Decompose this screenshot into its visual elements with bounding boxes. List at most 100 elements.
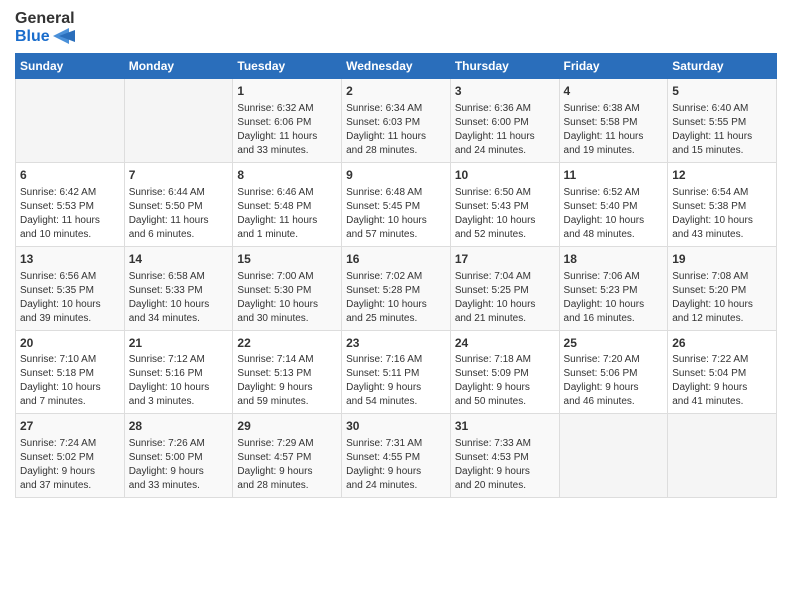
day-info: Sunrise: 7:22 AMSunset: 5:04 PMDaylight:… — [672, 353, 772, 409]
calendar-cell: 30 Sunrise: 7:31 AMSunset: 4:55 PMDayligh… — [342, 414, 451, 498]
day-number: 24 — [455, 335, 555, 352]
calendar-cell: 18Sunrise: 7:06 AMSunset: 5:23 PMDayligh… — [559, 246, 668, 330]
calendar-cell: 28Sunrise: 7:26 AMSunset: 5:00 PMDayligh… — [124, 414, 233, 498]
week-row-4: 20Sunrise: 7:10 AMSunset: 5:18 PMDayligh… — [16, 330, 777, 414]
calendar-cell: 8 Sunrise: 6:46 AMSunset: 5:48 PMDaylight… — [233, 162, 342, 246]
day-number: 3 — [455, 83, 555, 100]
calendar-cell: 14 Sunrise: 6:58 AMSunset: 5:33 PMDayligh… — [124, 246, 233, 330]
day-number: 8 — [237, 167, 337, 184]
day-info: Sunrise: 7:10 AMSunset: 5:18 PMDaylight:… — [20, 353, 120, 409]
day-info: Sunrise: 7:29 AMSunset: 4:57 PMDaylight:… — [237, 437, 337, 493]
day-number: 1 — [237, 83, 337, 100]
calendar-cell: 27 Sunrise: 7:24 AMSunset: 5:02 PMDayligh… — [16, 414, 125, 498]
calendar-cell — [16, 79, 125, 163]
day-number: 17 — [455, 251, 555, 268]
calendar-cell: 12Sunrise: 6:54 AMSunset: 5:38 PMDayligh… — [668, 162, 777, 246]
calendar-cell: 13Sunrise: 6:56 AMSunset: 5:35 PMDayligh… — [16, 246, 125, 330]
calendar-cell: 15 Sunrise: 7:00 AMSunset: 5:30 PMDayligh… — [233, 246, 342, 330]
logo-blue: Blue — [15, 28, 75, 46]
calendar-cell — [559, 414, 668, 498]
day-info: Sunrise: 6:54 AMSunset: 5:38 PMDaylight:… — [672, 186, 772, 242]
day-number: 10 — [455, 167, 555, 184]
day-number: 27 — [20, 418, 120, 435]
day-number: 29 — [237, 418, 337, 435]
weekday-header-monday: Monday — [124, 54, 233, 79]
weekday-header-wednesday: Wednesday — [342, 54, 451, 79]
logo-bird-icon — [53, 28, 75, 44]
day-info: Sunrise: 6:48 AMSunset: 5:45 PMDaylight:… — [346, 186, 446, 242]
day-info: Sunrise: 6:40 AMSunset: 5:55 PMDaylight:… — [672, 102, 772, 158]
day-number: 18 — [564, 251, 664, 268]
calendar-cell: 5 Sunrise: 6:40 AMSunset: 5:55 PMDaylight… — [668, 79, 777, 163]
day-number: 26 — [672, 335, 772, 352]
day-number: 15 — [237, 251, 337, 268]
calendar-cell: 20Sunrise: 7:10 AMSunset: 5:18 PMDayligh… — [16, 330, 125, 414]
day-info: Sunrise: 7:14 AMSunset: 5:13 PMDaylight:… — [237, 353, 337, 409]
day-info: Sunrise: 6:38 AMSunset: 5:58 PMDaylight:… — [564, 102, 664, 158]
logo: General Blue — [15, 10, 75, 45]
week-row-1: 1 Sunrise: 6:32 AMSunset: 6:06 PMDaylight… — [16, 79, 777, 163]
weekday-header-row: SundayMondayTuesdayWednesdayThursdayFrid… — [16, 54, 777, 79]
calendar-table: SundayMondayTuesdayWednesdayThursdayFrid… — [15, 53, 777, 498]
calendar-cell: 7 Sunrise: 6:44 AMSunset: 5:50 PMDaylight… — [124, 162, 233, 246]
day-info: Sunrise: 6:32 AMSunset: 6:06 PMDaylight:… — [237, 102, 337, 158]
calendar-cell: 29 Sunrise: 7:29 AMSunset: 4:57 PMDayligh… — [233, 414, 342, 498]
day-number: 31 — [455, 418, 555, 435]
day-info: Sunrise: 6:34 AMSunset: 6:03 PMDaylight:… — [346, 102, 446, 158]
day-info: Sunrise: 6:52 AMSunset: 5:40 PMDaylight:… — [564, 186, 664, 242]
calendar-cell: 24Sunrise: 7:18 AMSunset: 5:09 PMDayligh… — [450, 330, 559, 414]
day-info: Sunrise: 7:00 AMSunset: 5:30 PMDaylight:… — [237, 270, 337, 326]
calendar-cell: 2 Sunrise: 6:34 AMSunset: 6:03 PMDaylight… — [342, 79, 451, 163]
day-info: Sunrise: 7:04 AMSunset: 5:25 PMDaylight:… — [455, 270, 555, 326]
calendar-cell: 22Sunrise: 7:14 AMSunset: 5:13 PMDayligh… — [233, 330, 342, 414]
day-number: 14 — [129, 251, 229, 268]
day-info: Sunrise: 7:24 AMSunset: 5:02 PMDaylight:… — [20, 437, 120, 493]
day-number: 21 — [129, 335, 229, 352]
day-number: 2 — [346, 83, 446, 100]
calendar-cell: 17 Sunrise: 7:04 AMSunset: 5:25 PMDayligh… — [450, 246, 559, 330]
day-info: Sunrise: 7:02 AMSunset: 5:28 PMDaylight:… — [346, 270, 446, 326]
day-info: Sunrise: 6:36 AMSunset: 6:00 PMDaylight:… — [455, 102, 555, 158]
header: General Blue — [15, 10, 777, 45]
day-number: 11 — [564, 167, 664, 184]
calendar-cell: 6Sunrise: 6:42 AMSunset: 5:53 PMDaylight… — [16, 162, 125, 246]
calendar-cell: 25Sunrise: 7:20 AMSunset: 5:06 PMDayligh… — [559, 330, 668, 414]
day-number: 22 — [237, 335, 337, 352]
calendar-cell: 21Sunrise: 7:12 AMSunset: 5:16 PMDayligh… — [124, 330, 233, 414]
day-info: Sunrise: 7:31 AMSunset: 4:55 PMDaylight:… — [346, 437, 446, 493]
calendar-cell: 1 Sunrise: 6:32 AMSunset: 6:06 PMDaylight… — [233, 79, 342, 163]
day-number: 5 — [672, 83, 772, 100]
logo-text: General Blue — [15, 10, 75, 45]
day-info: Sunrise: 7:33 AMSunset: 4:53 PMDaylight:… — [455, 437, 555, 493]
day-info: Sunrise: 6:56 AMSunset: 5:35 PMDaylight:… — [20, 270, 120, 326]
day-info: Sunrise: 6:50 AMSunset: 5:43 PMDaylight:… — [455, 186, 555, 242]
calendar-cell: 26Sunrise: 7:22 AMSunset: 5:04 PMDayligh… — [668, 330, 777, 414]
day-info: Sunrise: 6:44 AMSunset: 5:50 PMDaylight:… — [129, 186, 229, 242]
day-number: 7 — [129, 167, 229, 184]
day-number: 4 — [564, 83, 664, 100]
week-row-3: 13Sunrise: 6:56 AMSunset: 5:35 PMDayligh… — [16, 246, 777, 330]
day-info: Sunrise: 7:18 AMSunset: 5:09 PMDaylight:… — [455, 353, 555, 409]
day-info: Sunrise: 7:20 AMSunset: 5:06 PMDaylight:… — [564, 353, 664, 409]
weekday-header-friday: Friday — [559, 54, 668, 79]
weekday-header-tuesday: Tuesday — [233, 54, 342, 79]
calendar-cell: 9 Sunrise: 6:48 AMSunset: 5:45 PMDaylight… — [342, 162, 451, 246]
calendar-cell — [124, 79, 233, 163]
day-number: 20 — [20, 335, 120, 352]
logo-general: General — [15, 10, 75, 28]
calendar-cell: 31 Sunrise: 7:33 AMSunset: 4:53 PMDayligh… — [450, 414, 559, 498]
day-number: 23 — [346, 335, 446, 352]
day-info: Sunrise: 7:08 AMSunset: 5:20 PMDaylight:… — [672, 270, 772, 326]
day-info: Sunrise: 7:16 AMSunset: 5:11 PMDaylight:… — [346, 353, 446, 409]
calendar-cell: 11 Sunrise: 6:52 AMSunset: 5:40 PMDayligh… — [559, 162, 668, 246]
day-number: 9 — [346, 167, 446, 184]
day-number: 30 — [346, 418, 446, 435]
weekday-header-saturday: Saturday — [668, 54, 777, 79]
day-number: 25 — [564, 335, 664, 352]
day-info: Sunrise: 7:12 AMSunset: 5:16 PMDaylight:… — [129, 353, 229, 409]
day-info: Sunrise: 6:46 AMSunset: 5:48 PMDaylight:… — [237, 186, 337, 242]
day-info: Sunrise: 6:58 AMSunset: 5:33 PMDaylight:… — [129, 270, 229, 326]
day-info: Sunrise: 7:26 AMSunset: 5:00 PMDaylight:… — [129, 437, 229, 493]
calendar-cell: 10 Sunrise: 6:50 AMSunset: 5:43 PMDayligh… — [450, 162, 559, 246]
week-row-5: 27 Sunrise: 7:24 AMSunset: 5:02 PMDayligh… — [16, 414, 777, 498]
